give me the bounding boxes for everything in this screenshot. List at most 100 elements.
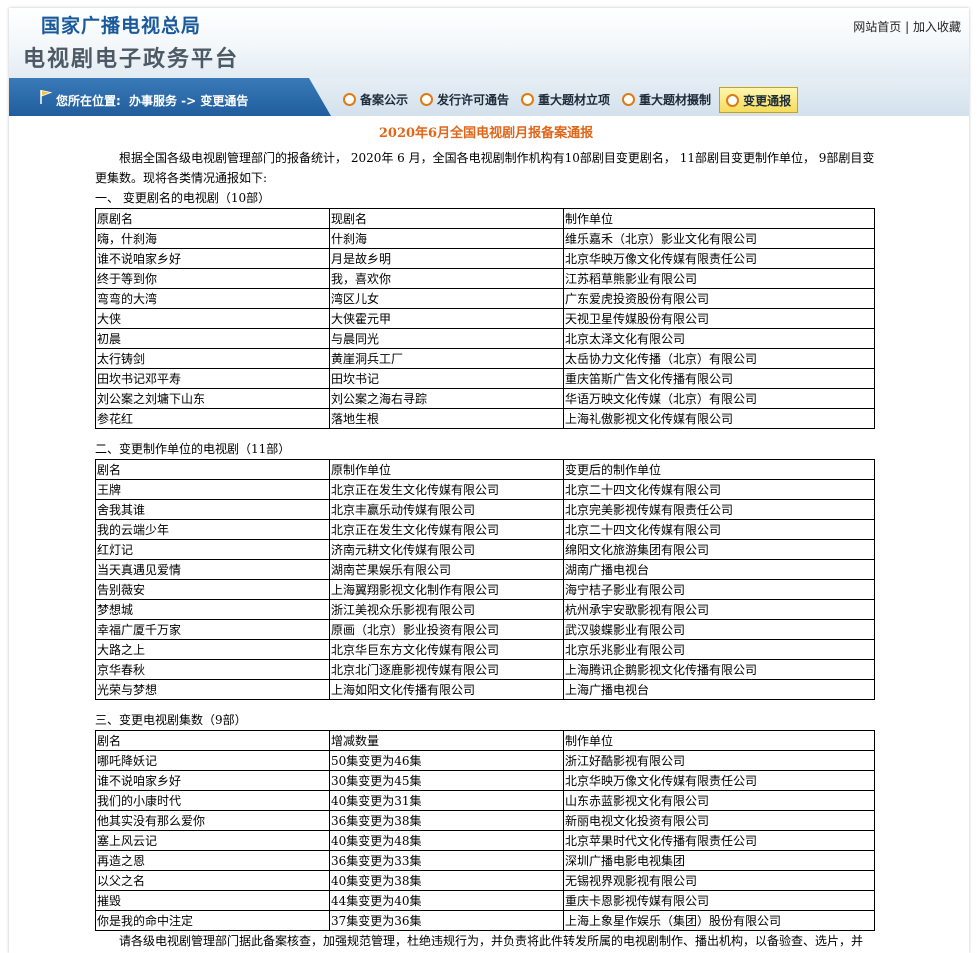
circle-icon (622, 92, 636, 106)
column-header: 原制作单位 (329, 459, 564, 480)
bookmark-link[interactable]: 加入收藏 (913, 20, 961, 34)
table-cell: 北京二十四文化传媒有限公司 (563, 479, 875, 500)
location-label: 您所在位置: (56, 94, 121, 108)
table-cell: 田坎书记 (329, 368, 564, 389)
table-row: 终于等到你 我，喜欢你 江苏稻草熊影业有限公司 (95, 268, 875, 289)
table-cell: 梦想城 (95, 599, 330, 620)
table-cell: 北京正在发生文化传媒有限公司 (329, 519, 564, 540)
table-cell: 告别薇安 (95, 579, 330, 600)
table-row: 王牌 北京正在发生文化传媒有限公司 北京二十四文化传媒有限公司 (95, 479, 875, 500)
table-cell: 大侠 (95, 308, 330, 329)
table-cell: 光荣与梦想 (95, 679, 330, 700)
table-cell: 初晨 (95, 328, 330, 349)
table-cell: 大侠霍元甲 (329, 308, 564, 329)
table-cell: 江苏稻草熊影业有限公司 (563, 268, 875, 289)
table-row: 摧毁 44集变更为40集 重庆卡恩影视传媒有限公司 (95, 890, 875, 911)
table-cell: 嗨，什刹海 (95, 228, 330, 249)
table-cell: 重庆笛斯广告文化传播有限公司 (563, 368, 875, 389)
table-cell: 落地生根 (329, 408, 564, 429)
circle-icon (726, 93, 740, 107)
table-row: 再造之恩 36集变更为33集 深圳广播电影电视集团 (95, 850, 875, 871)
table-cell: 北京北门逐鹿影视传媒有限公司 (329, 659, 564, 680)
home-link[interactable]: 网站首页 (853, 20, 901, 34)
producer-change-table: 剧名 原制作单位 变更后的制作单位 王牌 北京正在发生文化传媒有限公司 北京二十四文化传媒… (95, 459, 875, 700)
table-cell: 上海广播电视台 (563, 679, 875, 700)
table-cell: 浙江美视众乐影视有限公司 (329, 599, 564, 620)
tab-change-notice[interactable]: 变更通报 (719, 87, 799, 113)
site-title: 电视剧电子政务平台 (23, 47, 240, 72)
tab-filing-notice[interactable]: 备案公示 (339, 87, 412, 111)
table-row: 以父之名 40集变更为38集 无锡视界观影视有限公司 (95, 870, 875, 891)
table-row: 你是我的命中注定 37集变更为36集 上海上象星作娱乐（集团）股份有限公司 (95, 910, 875, 931)
table-cell: 我，喜欢你 (329, 268, 564, 289)
renamed-dramas-table: 原剧名 现剧名 制作单位 嗨，什刹海 什刹海 维乐嘉禾（北京）影业文化有限公司 谁不说咱家乡… (95, 208, 875, 429)
table-cell: 与晨同光 (329, 328, 564, 349)
table-cell: 37集变更为36集 (329, 910, 564, 931)
table-cell: 刘公案之刘墉下山东 (95, 388, 330, 409)
circle-icon (420, 92, 434, 106)
table-row: 告别薇安 上海翼翔影视文化制作有限公司 海宁桔子影业有限公司 (95, 579, 875, 600)
table-cell: 北京完美影视传媒有限责任公司 (563, 499, 875, 520)
table-cell: 太岳协力文化传播（北京）有限公司 (563, 348, 875, 369)
tab-major-theme-approval[interactable]: 重大题材立项 (517, 87, 614, 111)
table-cell: 原画（北京）影业投资有限公司 (329, 619, 564, 640)
table-cell: 30集变更为45集 (329, 770, 564, 791)
table-header-row: 剧名 增减数量 制作单位 (95, 730, 875, 751)
table-cell: 参花红 (95, 408, 330, 429)
table-cell: 湖南广播电视台 (563, 559, 875, 580)
column-header: 变更后的制作单位 (563, 459, 875, 480)
table-row: 嗨，什刹海 什刹海 维乐嘉禾（北京）影业文化有限公司 (95, 228, 875, 249)
table-cell: 北京华巨东方文化传媒有限公司 (329, 639, 564, 660)
table-row: 太行铸剑 黄崖洞兵工厂 太岳协力文化传播（北京）有限公司 (95, 348, 875, 369)
table-cell: 浙江好酷影视有限公司 (563, 750, 875, 771)
table-cell: 上海如阳文化传播有限公司 (329, 679, 564, 700)
table-row: 红灯记 济南元耕文化传媒有限公司 绵阳文化旅游集团有限公司 (95, 539, 875, 560)
table-cell: 湾区儿女 (329, 288, 564, 309)
table-cell: 广东爱虎投资股份有限公司 (563, 288, 875, 309)
page-frame: 国家广播电视总局 电视剧电子政务平台 网站首页 | 加入收藏 您所在位置: 办事… (9, 8, 969, 953)
table-cell: 月是故乡明 (329, 248, 564, 269)
table-cell: 海宁桔子影业有限公司 (563, 579, 875, 600)
table-cell: 王牌 (95, 479, 330, 500)
table-cell: 终于等到你 (95, 268, 330, 289)
table-cell: 华语万映文化传媒（北京）有限公司 (563, 388, 875, 409)
table-cell: 刘公案之海右寻踪 (329, 388, 564, 409)
table-cell: 当天真遇见爱情 (95, 559, 330, 580)
table-cell: 湖南芒果娱乐有限公司 (329, 559, 564, 580)
table-cell: 上海翼翔影视文化制作有限公司 (329, 579, 564, 600)
table-cell: 武汉骏蝶影业有限公司 (563, 619, 875, 640)
table-cell: 上海腾讯企鹅影视文化传播有限公司 (563, 659, 875, 680)
tab-major-theme-production[interactable]: 重大题材摄制 (618, 87, 715, 111)
table-cell: 北京太泽文化有限公司 (563, 328, 875, 349)
table-row: 京华春秋 北京北门逐鹿影视传媒有限公司 上海腾讯企鹅影视文化传播有限公司 (95, 659, 875, 680)
main-content: 2020年6月全国电视剧月报备案通报 根据全国各级电视剧管理部门的报备统计， 2… (95, 124, 877, 951)
location-path[interactable]: 办事服务 -> 变更通告 (129, 92, 248, 109)
table-row: 谁不说咱家乡好 月是故乡明 北京华映万像文化传媒有限责任公司 (95, 248, 875, 269)
column-header: 原剧名 (95, 208, 330, 229)
table-cell: 田坎书记邓平寿 (95, 368, 330, 389)
table-cell: 再造之恩 (95, 850, 330, 871)
flag-icon (40, 90, 53, 104)
column-header: 剧名 (95, 730, 330, 751)
table-cell: 北京丰赢乐动传媒有限公司 (329, 499, 564, 520)
table-cell: 我的云端少年 (95, 519, 330, 540)
table-cell: 40集变更为48集 (329, 830, 564, 851)
table-row: 当天真遇见爱情 湖南芒果娱乐有限公司 湖南广播电视台 (95, 559, 875, 580)
tab-distribution-license[interactable]: 发行许可通告 (416, 87, 513, 111)
table-cell: 44集变更为40集 (329, 890, 564, 911)
table-cell: 重庆卡恩影视传媒有限公司 (563, 890, 875, 911)
link-separator: | (905, 20, 910, 34)
table-cell: 舍我其谁 (95, 499, 330, 520)
table-cell: 我们的小康时代 (95, 790, 330, 811)
table-cell: 天视卫星传媒股份有限公司 (563, 308, 875, 329)
table-cell: 上海上象星作娱乐（集团）股份有限公司 (563, 910, 875, 931)
table-cell: 什刹海 (329, 228, 564, 249)
tab-label: 发行许可通告 (437, 92, 510, 107)
table-cell: 绵阳文化旅游集团有限公司 (563, 539, 875, 560)
table-header-row: 剧名 原制作单位 变更后的制作单位 (95, 459, 875, 480)
tab-label: 重大题材摄制 (639, 92, 712, 107)
table-cell: 太行铸剑 (95, 348, 330, 369)
table-cell: 幸福广厦千万家 (95, 619, 330, 640)
table-cell: 杭州承宇安歌影视有限公司 (563, 599, 875, 620)
table-cell: 他其实没有那么爱你 (95, 810, 330, 831)
